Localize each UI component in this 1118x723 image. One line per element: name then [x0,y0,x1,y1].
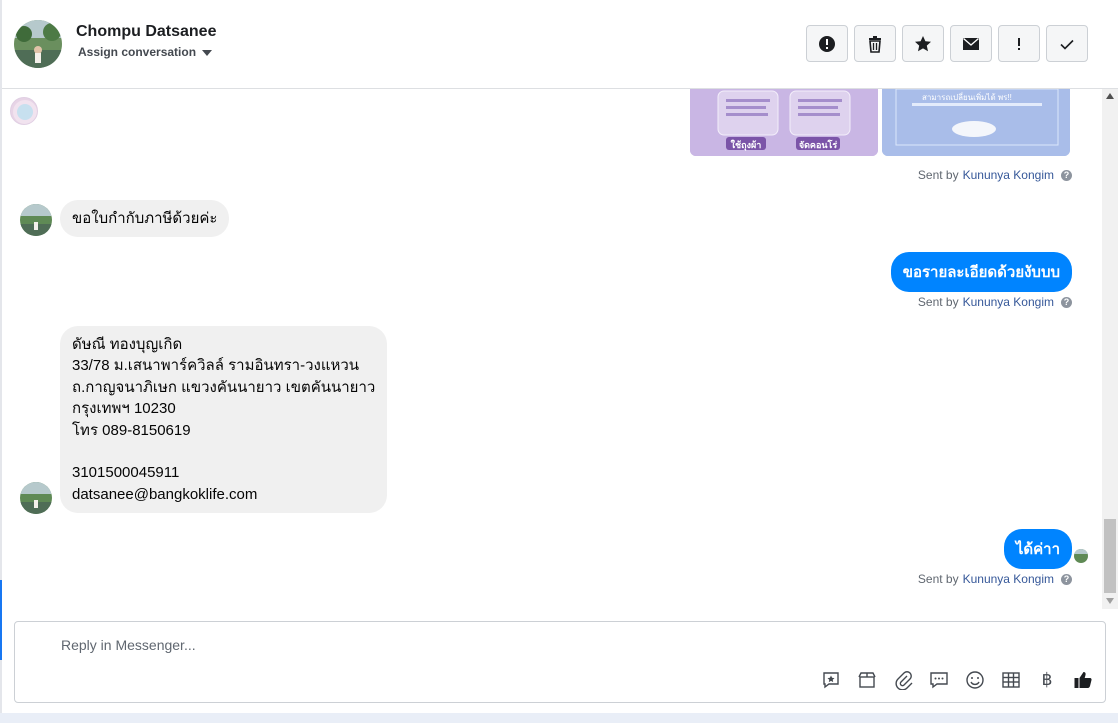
contact-avatar-small[interactable] [20,204,52,236]
checkmark-icon [1060,39,1074,50]
alert-circle-icon [819,35,835,52]
emoji-button[interactable] [963,668,987,692]
table-button[interactable] [999,668,1023,692]
help-icon[interactable]: ? [1061,573,1072,585]
mark-done-button[interactable] [1046,25,1088,62]
shared-image-2[interactable]: สามารถเปลี่ยนเพิ่มได้ พร!! [882,89,1070,156]
seen-indicator-avatar [1074,549,1088,563]
quick-reply-button[interactable] [927,668,951,692]
composer-toolbar: ฿ [819,668,1095,692]
sent-by-label: Sent by Kununya Kongim ? [918,295,1072,309]
quick-reply-icon [930,672,948,689]
shared-image-1[interactable]: ใช้ถุงผ้า จัดคอนโร่ [690,89,878,156]
attachment-icon [895,671,913,690]
saved-reply-icon [823,672,839,689]
agent-name-link[interactable]: Kununya Kongim [963,572,1054,586]
agent-name-link[interactable]: Kununya Kongim [963,168,1054,182]
conversation-scrollbar[interactable] [1102,89,1118,609]
like-button[interactable] [1071,668,1095,692]
mark-unread-button[interactable] [950,25,992,62]
star-icon [915,35,931,51]
page-avatar [10,97,38,125]
incoming-message: ขอใบกำกับภาษีด้วยค่ะ [60,200,230,238]
footer-strip [0,713,1118,723]
attachment-button[interactable] [891,668,915,692]
sent-by-prefix: Sent by [917,295,959,309]
mark-spam-button[interactable] [806,25,848,62]
star-button[interactable] [902,25,944,62]
conversation-actions [806,25,1088,62]
scroll-up-arrow-icon[interactable] [1106,93,1114,99]
payment-button[interactable]: ฿ [1035,668,1059,692]
like-icon [1074,672,1092,688]
table-icon [1002,672,1020,688]
contact-avatar-small[interactable] [20,482,52,514]
contact-avatar[interactable] [14,20,62,68]
saved-reply-button[interactable] [819,668,843,692]
agent-name-link[interactable]: Kununya Kongim [963,295,1054,309]
image-2-text: สามารถเปลี่ยนเพิ่มได้ พร!! [922,93,1012,102]
emoji-icon [966,671,984,689]
assign-conversation-dropdown[interactable]: Assign conversation [78,45,213,59]
outgoing-message: ได้ค่าา [1003,529,1072,569]
sent-by-label: Sent by Kununya Kongim ? [918,572,1072,586]
delete-button[interactable] [854,25,896,62]
reply-composer: ฿ [14,621,1106,703]
outgoing-message: ขอรายละเอียดด้วยงับบบ [890,252,1072,292]
sent-by-prefix: Sent by [917,168,959,182]
envelope-icon [963,37,979,50]
reply-input[interactable] [61,634,761,656]
caret-down-icon [202,50,213,56]
assign-conversation-label: Assign conversation [78,45,197,59]
help-icon[interactable]: ? [1061,296,1072,308]
scroll-down-arrow-icon[interactable] [1106,598,1114,604]
follow-up-button[interactable] [998,25,1040,62]
exclamation-icon [1018,37,1020,50]
shop-icon [858,672,876,688]
image-label-1: ใช้ถุงผ้า [730,140,762,150]
conversation-header: Chompu Datsanee Assign conversation [2,0,1118,89]
trash-icon [869,35,881,53]
sent-by-prefix: Sent by [917,572,959,586]
image-label-2: จัดคอนโร่ [798,140,838,150]
help-icon[interactable]: ? [1061,169,1072,181]
conversation-thread[interactable]: ใช้ถุงผ้า จัดคอนโร่ สามารถเปลี่ยนเพิ่มได… [2,89,1102,609]
contact-name: Chompu Datsanee [76,23,217,40]
shop-button[interactable] [855,668,879,692]
baht-icon: ฿ [1041,670,1053,689]
scroll-thumb[interactable] [1104,519,1116,593]
incoming-message-address: ดัษณี ทองบุญเกิด 33/78 ม.เสนาพาร์ควิลล์ … [60,326,388,514]
sent-by-label: Sent by Kununya Kongim ? [918,168,1072,182]
